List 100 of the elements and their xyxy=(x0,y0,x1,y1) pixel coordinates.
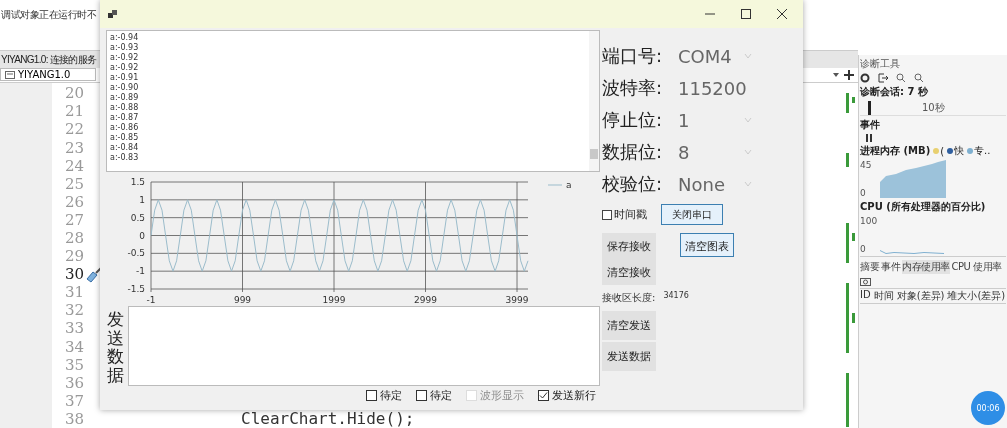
receive-line: a:-0.91 xyxy=(110,73,140,83)
output-text: 调试对象正在运行时不 xyxy=(1,9,96,20)
timeline-label: 10秒 xyxy=(922,101,945,115)
zoom-in-icon[interactable] xyxy=(896,73,906,83)
cpu-line-graph xyxy=(880,250,944,254)
add-icon[interactable] xyxy=(844,69,854,80)
send-input[interactable] xyxy=(128,306,600,386)
axis-tick-label: 1999 xyxy=(322,295,346,305)
camera-icon[interactable] xyxy=(860,276,871,286)
line-number: 37 xyxy=(63,391,84,410)
line-number: 38 xyxy=(63,409,84,428)
line-number: 28 xyxy=(63,229,84,247)
line-number: 27 xyxy=(63,210,84,229)
clear-chart-button[interactable]: 清空图表 xyxy=(680,233,734,257)
maximize-icon[interactable] xyxy=(741,9,751,19)
line-number: 32 xyxy=(63,301,84,320)
setting-field[interactable]: 8 xyxy=(676,140,752,164)
column-header[interactable]: 对象(差异) xyxy=(896,289,945,303)
line-number: 20 xyxy=(63,84,84,103)
section-header[interactable]: 事件 xyxy=(860,118,1006,132)
receive-line: a:-0.90 xyxy=(110,83,140,93)
line-number: 25 xyxy=(63,174,84,193)
receive-line: a:-0.87 xyxy=(110,113,140,123)
checkbox-option[interactable]: 待定 xyxy=(366,388,402,403)
line-number: 33 xyxy=(63,319,84,338)
checkbox-icon[interactable] xyxy=(538,390,549,401)
time-cursor-icon[interactable] xyxy=(868,101,872,115)
axis-tick-label: 0 xyxy=(139,230,145,241)
line-number: 34 xyxy=(63,337,84,356)
column-header[interactable]: 堆大小(差异) xyxy=(947,289,1006,303)
line-number: 30 xyxy=(63,265,84,284)
axis-tick-label: 0.5 xyxy=(130,212,145,223)
setting-field[interactable]: None xyxy=(676,172,752,196)
setting-label: 数据位: xyxy=(602,140,664,164)
code-line: ClearChart.Hide(); xyxy=(241,409,415,428)
close-port-button[interactable]: 关闭串口 xyxy=(661,204,723,225)
receive-line: a:-0.94 xyxy=(110,33,140,43)
setting-label: 端口号: xyxy=(602,44,664,68)
axis-label: 100 xyxy=(860,216,878,226)
line-number: 36 xyxy=(63,373,84,392)
settings-icon[interactable] xyxy=(860,73,870,83)
pause-icon xyxy=(866,134,872,142)
checkbox-icon[interactable] xyxy=(416,390,427,401)
project-dropdown[interactable]: YIYANG1.0 xyxy=(0,68,96,82)
tab[interactable]: 内存使用率 xyxy=(902,260,950,274)
legend-label: 专.. xyxy=(974,144,991,158)
panel-title: 诊断工具 xyxy=(860,57,901,71)
checkbox-icon[interactable] xyxy=(366,390,377,401)
setting-label: 停止位: xyxy=(602,108,664,132)
panel-title: YIYANG1.0: 连接的服务 xyxy=(1,53,97,65)
close-icon[interactable] xyxy=(777,9,787,19)
line-number: 21 xyxy=(63,102,84,121)
send-data-button[interactable]: 发送数据 xyxy=(602,342,656,371)
tab[interactable]: CPU 使用率 xyxy=(951,260,1002,274)
receive-area[interactable]: a:-0.94 a:-0.93 a:-0.92 a:-0.92 a:-0.91 a:-0.90 a:-0.89 a:-0.88 a:-0.87 a:-0.86 a:-0.85 a:-0.84 a:-0.83 xyxy=(106,30,600,172)
tab[interactable]: 事件 xyxy=(881,260,900,274)
line-number: 22 xyxy=(63,120,84,139)
column-header[interactable]: 时间 xyxy=(873,289,894,303)
setting-label: 波特率: xyxy=(602,76,664,100)
save-receive-button[interactable]: 保存接收 xyxy=(602,233,656,259)
axis-tick-label: 1.5 xyxy=(130,177,145,187)
legend-line xyxy=(547,184,563,186)
setting-field[interactable]: COM4 xyxy=(676,44,752,68)
checkbox-option[interactable]: 待定 xyxy=(416,388,452,403)
zoom-out-icon[interactable] xyxy=(914,73,924,83)
caret-icon[interactable] xyxy=(832,71,840,78)
setting-field[interactable]: 115200 xyxy=(676,76,752,100)
export-icon[interactable] xyxy=(878,73,888,83)
timestamp-checkbox[interactable]: 时间戳 xyxy=(602,207,647,222)
setting-field[interactable]: 1 xyxy=(676,108,752,132)
axis-label: 0 xyxy=(860,244,867,254)
receive-line: a:-0.93 xyxy=(110,43,140,53)
section-header[interactable]: 进程内存 (MB) xyxy=(860,144,931,158)
line-number: 29 xyxy=(63,247,84,266)
axis-tick-label: -0.5 xyxy=(127,248,145,259)
receive-line: a:-0.92 xyxy=(110,63,140,73)
receive-line: a:-0.83 xyxy=(110,153,140,163)
legend-label: ( xyxy=(940,145,945,157)
app-icon xyxy=(108,9,118,19)
legend-label: 快 xyxy=(954,144,965,158)
receive-line: a:-0.92 xyxy=(110,53,140,63)
clear-send-button[interactable]: 清空发送 xyxy=(602,311,656,340)
checkbox-icon[interactable] xyxy=(602,209,612,220)
scrollbar[interactable] xyxy=(589,31,599,171)
axis-label: 45 xyxy=(860,160,873,170)
send-label: 发送数据 xyxy=(106,308,125,386)
section-header[interactable]: CPU (所有处理器的百分比) xyxy=(860,200,1006,214)
receive-line: a:-0.86 xyxy=(110,123,140,133)
axis-tick-label: 1 xyxy=(139,194,145,205)
receive-line: a:-0.85 xyxy=(110,133,140,143)
checkbox-option[interactable]: 发送新行 xyxy=(538,388,596,403)
axis-tick-label: 2999 xyxy=(414,295,437,305)
column-header[interactable]: ID xyxy=(860,289,871,303)
axis-label: 0 xyxy=(860,188,867,198)
axis-tick-label: 3999 xyxy=(505,295,529,305)
tab[interactable]: 摘要 xyxy=(860,260,879,274)
clear-receive-button[interactable]: 清空接收 xyxy=(602,259,656,285)
line-number: 26 xyxy=(63,192,84,211)
setting-label: 校验位: xyxy=(602,172,664,196)
session-label: 诊断会话: 7 秒 xyxy=(860,85,929,99)
